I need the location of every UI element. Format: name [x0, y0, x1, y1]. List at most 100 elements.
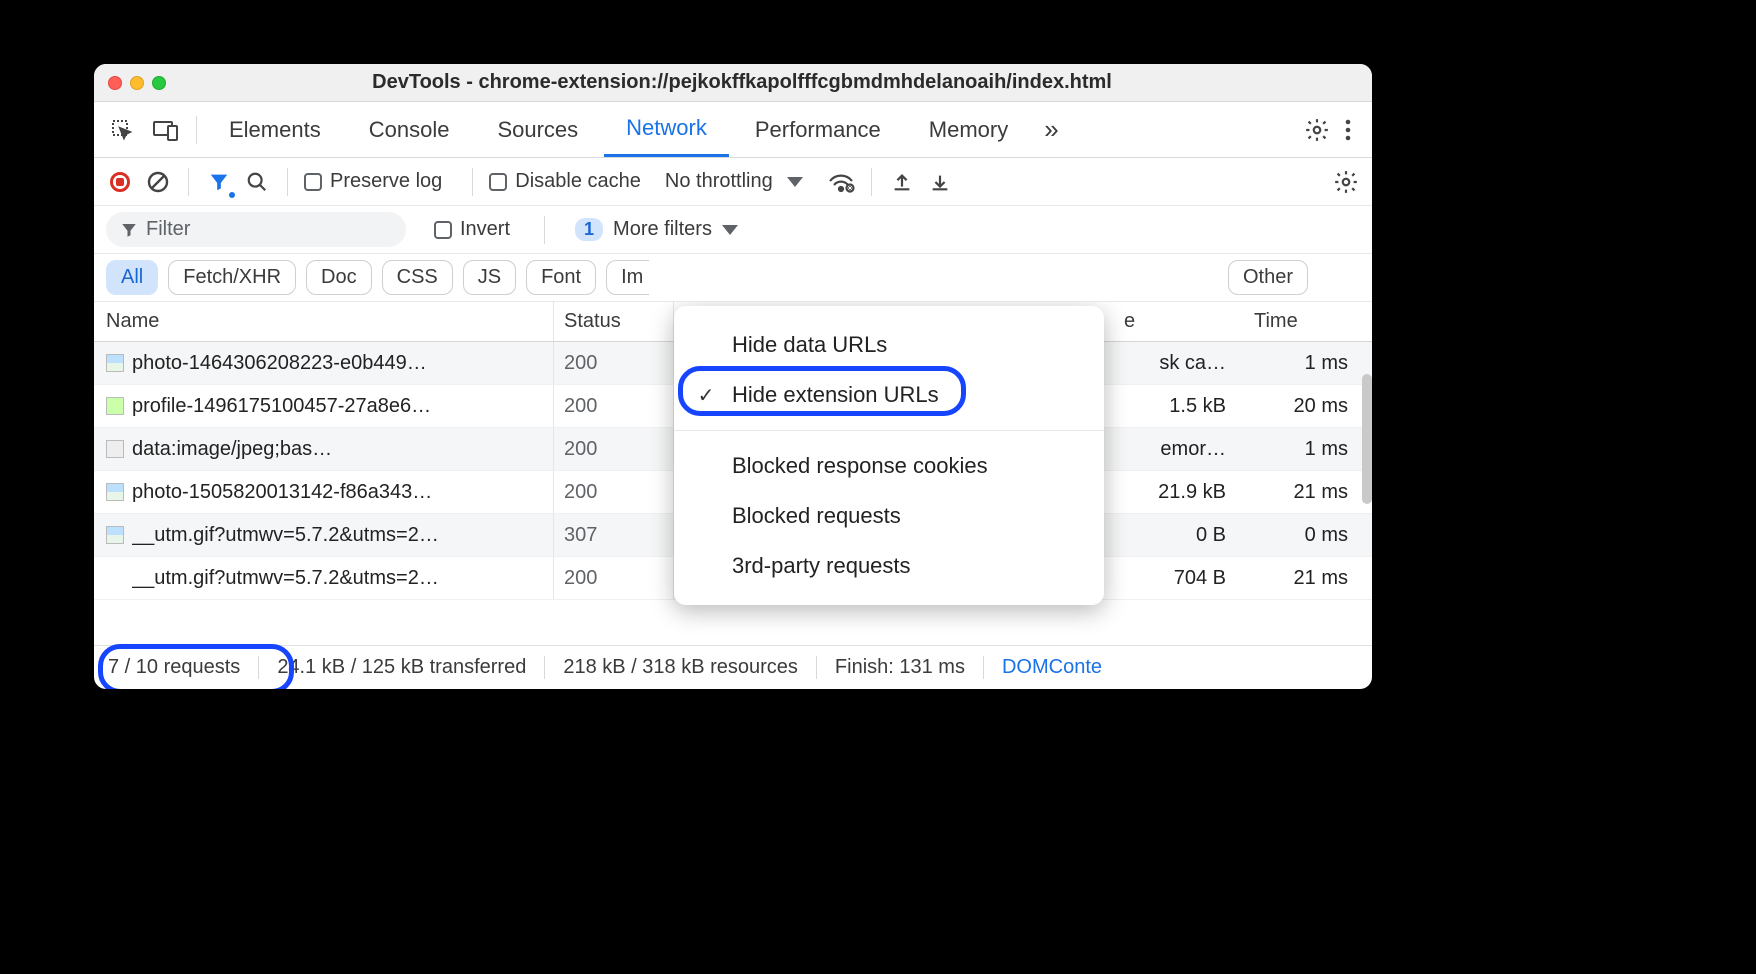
traffic-lights	[108, 76, 166, 90]
request-size: 21.9 kB	[1114, 471, 1244, 513]
filter-input[interactable]: Filter	[106, 212, 406, 247]
request-time: 1 ms	[1244, 428, 1372, 470]
chevron-down-icon	[787, 177, 803, 187]
request-name: __utm.gif?utmwv=5.7.2&utms=2…	[132, 524, 439, 547]
request-status: 200	[554, 428, 674, 470]
upload-har-icon[interactable]	[888, 168, 916, 196]
checkbox-icon	[489, 173, 507, 191]
filter-bar: Filter Invert 1 More filters	[94, 206, 1372, 254]
throttling-select[interactable]: No throttling	[665, 170, 803, 193]
request-status: 200	[554, 471, 674, 513]
status-domcontent: DOMConte	[984, 656, 1120, 679]
dd-label: Blocked requests	[732, 503, 901, 529]
chip-fetch-xhr[interactable]: Fetch/XHR	[168, 260, 296, 295]
file-typeon	[106, 483, 124, 501]
status-requests: 7 / 10 requests	[104, 656, 259, 679]
filter-toggle-icon[interactable]	[205, 168, 233, 196]
request-name: __utm.gif?utmwv=5.7.2&utms=2…	[132, 567, 439, 590]
file-typeon	[106, 526, 124, 544]
request-name: photo-1505820013142-f86a343…	[132, 481, 432, 504]
dd-label: 3rd-party requests	[732, 553, 911, 579]
close-window-icon[interactable]	[108, 76, 122, 90]
dd-3rd-party-requests[interactable]: 3rd-party requests	[674, 541, 1104, 591]
network-conditions-icon[interactable]	[827, 168, 855, 196]
scrollbar[interactable]	[1362, 374, 1372, 504]
status-finish: Finish: 131 ms	[817, 656, 984, 679]
divider	[871, 168, 872, 196]
request-size: 704 B	[1114, 557, 1244, 599]
status-transferred: 24.1 kB / 125 kB transferred	[259, 656, 545, 679]
throttling-label: No throttling	[665, 170, 773, 193]
preserve-log-checkbox[interactable]: Preserve log	[304, 170, 442, 193]
request-time: 1 ms	[1244, 342, 1372, 384]
preserve-log-label: Preserve log	[330, 170, 442, 193]
invert-label: Invert	[460, 218, 510, 241]
tab-elements[interactable]: Elements	[207, 102, 343, 157]
chip-doc[interactable]: Doc	[306, 260, 372, 295]
record-button[interactable]	[106, 168, 134, 196]
request-name: profile-1496175100457-27a8e6…	[132, 395, 431, 418]
dropdown-separator	[674, 430, 1104, 431]
more-filters-dropdown: Hide data URLs ✓ Hide extension URLs Blo…	[674, 306, 1104, 605]
chip-img-partial[interactable]: Im	[606, 260, 649, 295]
titlebar: DevTools - chrome-extension://pejkokffka…	[94, 64, 1372, 102]
col-size-header-partial[interactable]: e	[1114, 302, 1244, 341]
request-size: 1.5 kB	[1114, 385, 1244, 427]
minimize-window-icon[interactable]	[130, 76, 144, 90]
more-filters-button[interactable]: 1 More filters	[575, 218, 738, 241]
divider	[196, 116, 197, 144]
maximize-window-icon[interactable]	[152, 76, 166, 90]
chip-all[interactable]: All	[106, 260, 158, 295]
request-time: 21 ms	[1244, 557, 1372, 599]
dd-blocked-requests[interactable]: Blocked requests	[674, 491, 1104, 541]
divider	[287, 168, 288, 196]
network-settings-gear-icon[interactable]	[1332, 168, 1360, 196]
window-title: DevTools - chrome-extension://pejkokffka…	[182, 71, 1358, 94]
dd-hide-data-urls[interactable]: Hide data URLs	[674, 320, 1104, 370]
more-filters-label: More filters	[613, 218, 712, 241]
tab-console[interactable]: Console	[347, 102, 472, 157]
chip-css[interactable]: CSS	[382, 260, 453, 295]
dd-label: Hide extension URLs	[732, 382, 939, 408]
divider	[544, 216, 545, 244]
kebab-icon[interactable]	[1344, 118, 1352, 142]
filter-placeholder: Filter	[146, 218, 190, 241]
status-bar: 7 / 10 requests 24.1 kB / 125 kB transfe…	[94, 645, 1372, 689]
chip-js[interactable]: JS	[463, 260, 516, 295]
device-toggle-icon[interactable]	[146, 119, 186, 141]
tab-network[interactable]: Network	[604, 102, 729, 157]
disable-cache-label: Disable cache	[515, 170, 641, 193]
col-status-header[interactable]: Status	[554, 302, 674, 341]
search-icon[interactable]	[243, 168, 271, 196]
funnel-icon	[120, 221, 138, 239]
tab-sources[interactable]: Sources	[475, 102, 600, 157]
dd-label: Blocked response cookies	[732, 453, 988, 479]
chip-other[interactable]: Other	[1228, 260, 1308, 295]
disable-cache-checkbox[interactable]: Disable cache	[489, 170, 641, 193]
tab-memory[interactable]: Memory	[907, 102, 1030, 157]
tab-performance[interactable]: Performance	[733, 102, 903, 157]
clear-button[interactable]	[144, 168, 172, 196]
request-status: 307	[554, 514, 674, 556]
request-size: emor…	[1114, 428, 1244, 470]
checkbox-icon	[304, 173, 322, 191]
dd-hide-extension-urls[interactable]: ✓ Hide extension URLs	[674, 370, 1104, 420]
invert-checkbox[interactable]: Invert	[434, 218, 510, 241]
check-icon: ✓	[694, 383, 718, 408]
download-har-icon[interactable]	[926, 168, 954, 196]
dd-blocked-response-cookies[interactable]: Blocked response cookies	[674, 441, 1104, 491]
request-time: 20 ms	[1244, 385, 1372, 427]
inspect-icon[interactable]	[102, 118, 142, 142]
col-name-header[interactable]: Name	[94, 302, 554, 341]
request-status: 200	[554, 385, 674, 427]
chip-font[interactable]: Font	[526, 260, 596, 295]
tabs-overflow[interactable]: »	[1034, 102, 1068, 157]
dd-label: Hide data URLs	[732, 332, 887, 358]
request-size: 0 B	[1114, 514, 1244, 556]
request-time: 21 ms	[1244, 471, 1372, 513]
file-typeon	[106, 440, 124, 458]
request-status: 200	[554, 342, 674, 384]
col-time-header[interactable]: Time	[1244, 302, 1372, 341]
gear-icon[interactable]	[1304, 117, 1330, 143]
request-size: sk ca…	[1114, 342, 1244, 384]
